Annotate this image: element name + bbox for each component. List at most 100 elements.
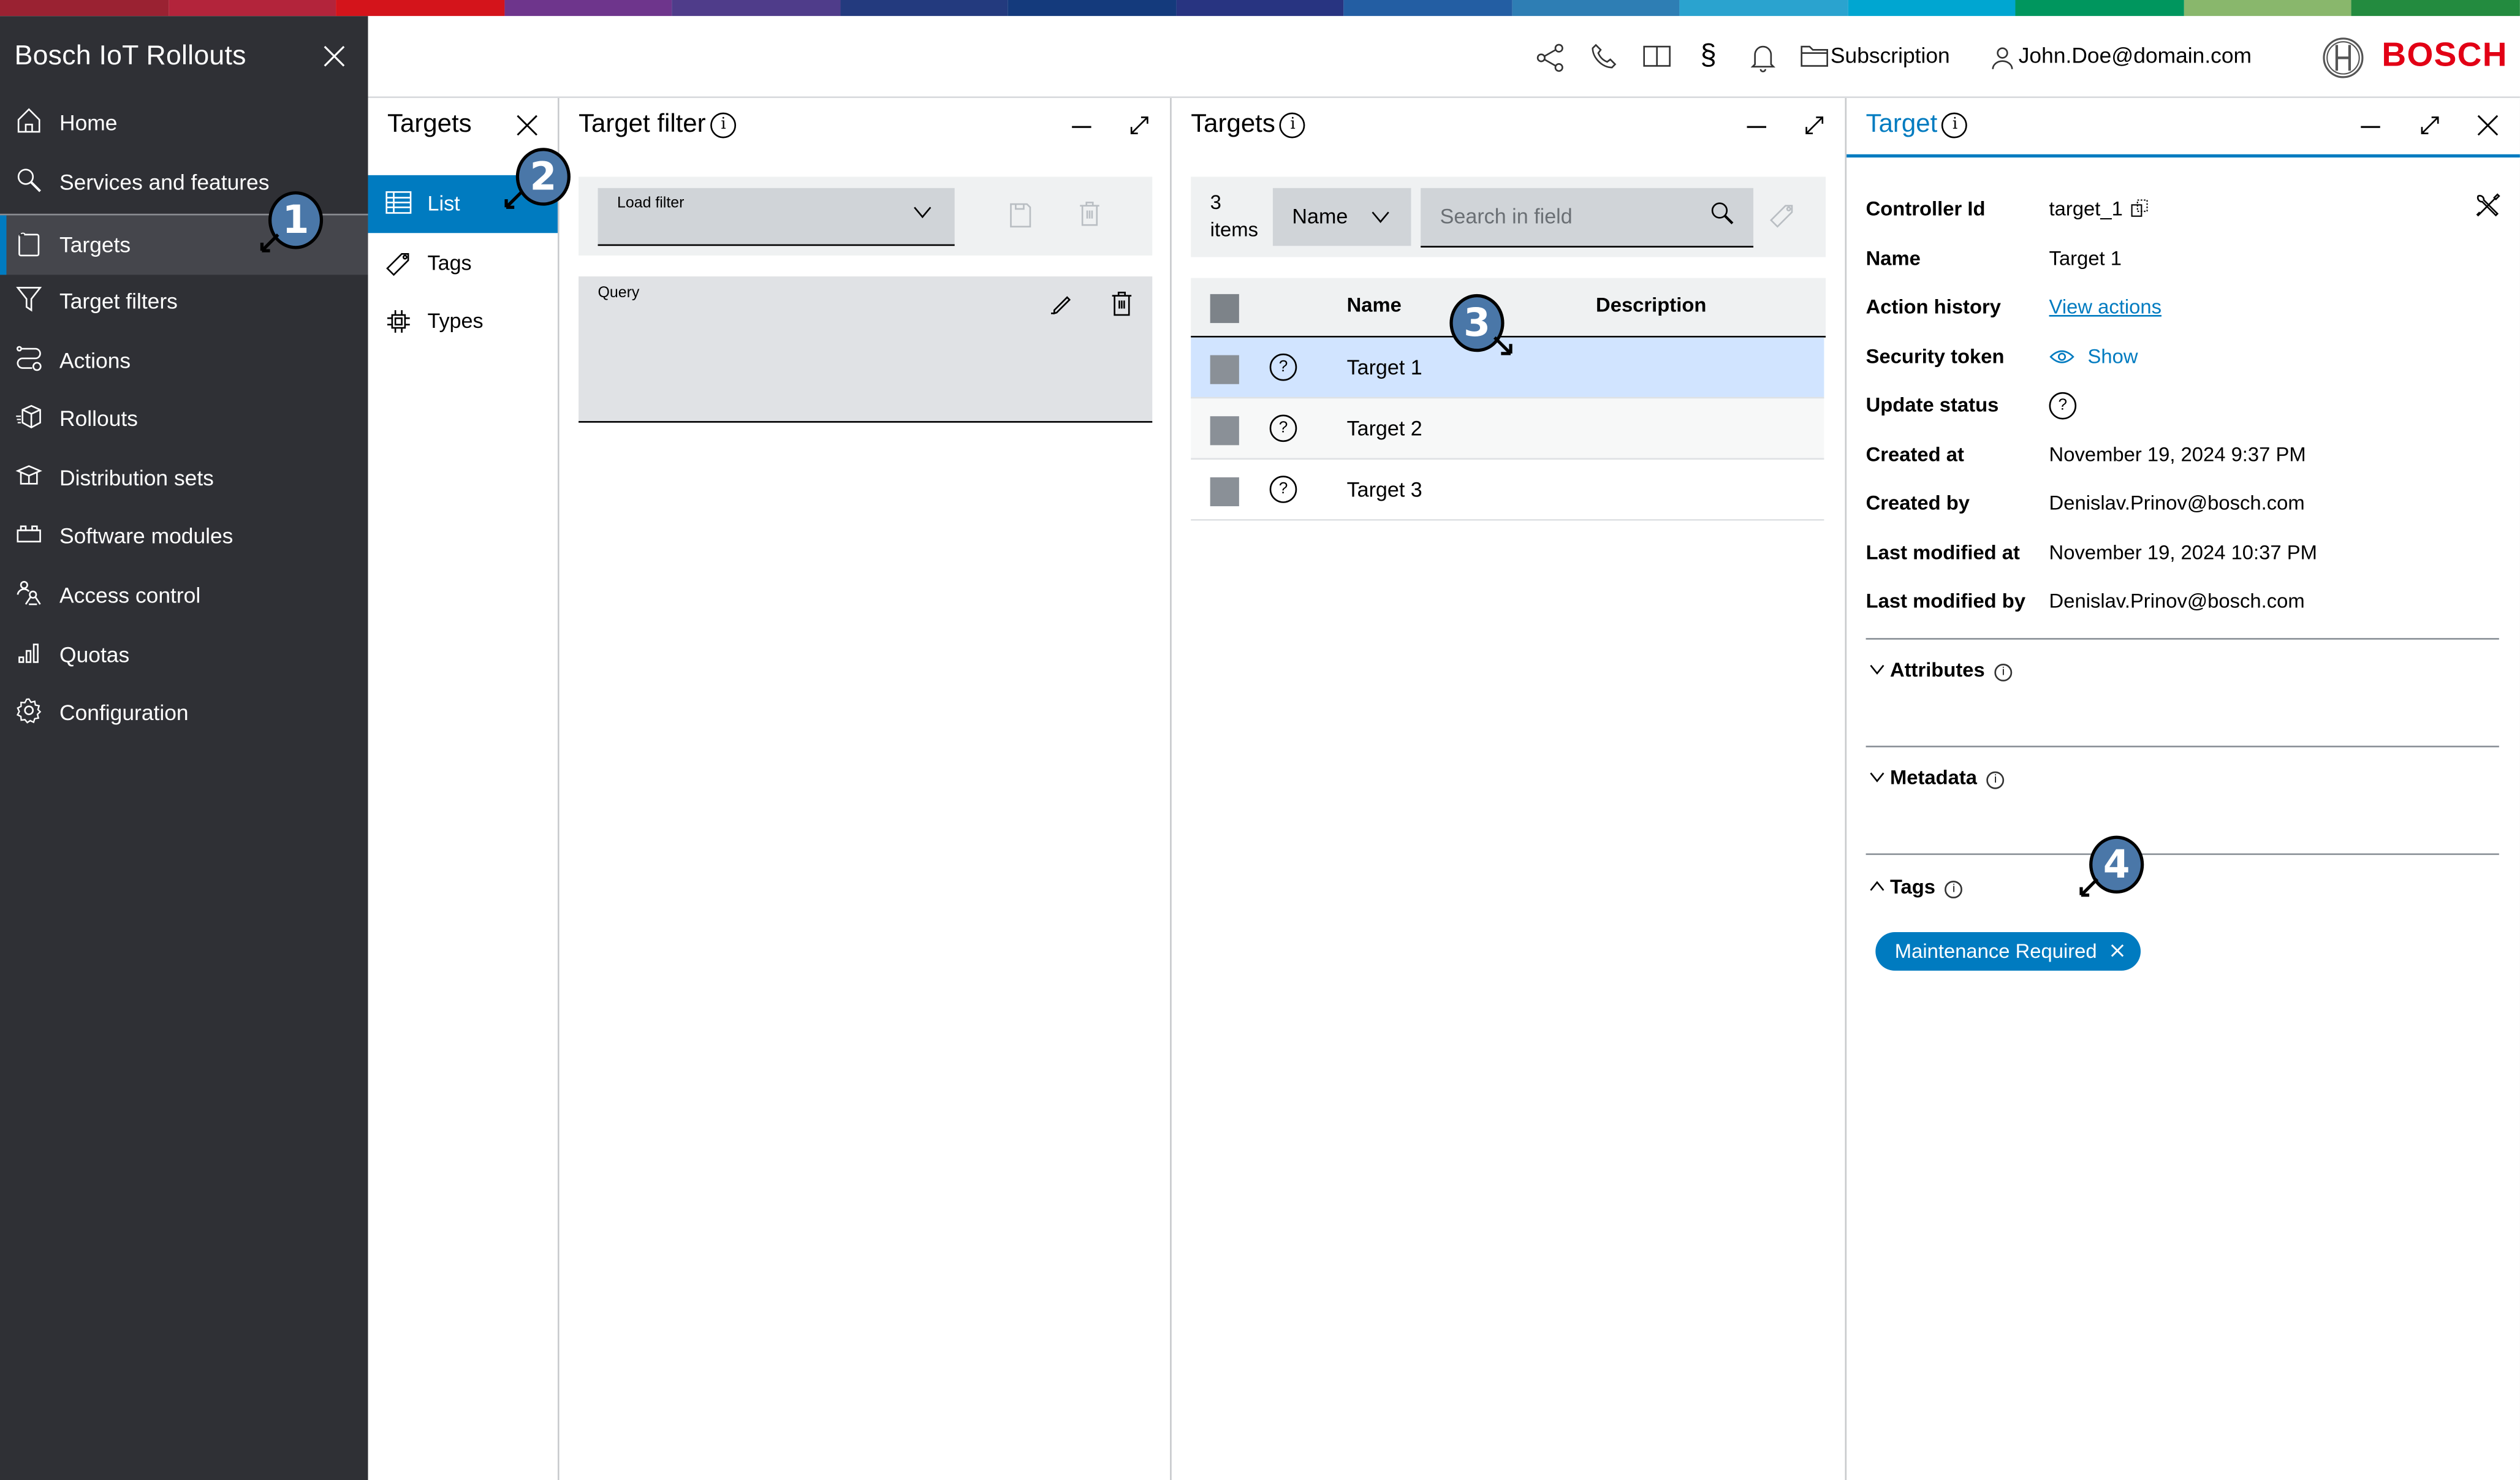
info-icon[interactable]: i bbox=[1942, 112, 1968, 139]
minimize-icon[interactable] bbox=[1745, 114, 1771, 140]
bosch-logo: BOSCH bbox=[2381, 37, 2508, 74]
row-checkbox[interactable] bbox=[1210, 355, 1239, 384]
panel-title-wrap: Targets i bbox=[1191, 111, 1306, 140]
sidebar-item-label: Target filters bbox=[59, 288, 178, 313]
created-at-value: November 19, 2024 9:37 PM bbox=[2049, 443, 2306, 466]
view-actions-link[interactable]: View actions bbox=[2049, 296, 2161, 319]
supergraphic-segment bbox=[168, 0, 336, 17]
sidebar-item-target-filters[interactable]: Target filters bbox=[0, 271, 368, 329]
remove-tag-icon[interactable] bbox=[2111, 943, 2125, 958]
sidebar-item-rollouts[interactable]: Rollouts bbox=[0, 389, 368, 447]
section-metadata-toggle[interactable]: Metadata i bbox=[1869, 767, 2005, 789]
chip-icon bbox=[385, 309, 411, 335]
row-checkbox[interactable] bbox=[1210, 477, 1239, 507]
supergraphic-segment bbox=[1848, 0, 2016, 17]
query-label: Query bbox=[598, 284, 640, 303]
sidebar-item-label: Distribution sets bbox=[59, 465, 214, 490]
tools-icon[interactable] bbox=[2475, 193, 2503, 222]
app-title: Bosch IoT Rollouts bbox=[14, 40, 246, 71]
search-field-select[interactable]: Name bbox=[1272, 188, 1411, 246]
paragraph-icon[interactable]: § bbox=[1700, 39, 1716, 72]
gear-icon bbox=[16, 697, 45, 726]
copy-icon[interactable] bbox=[2131, 199, 2149, 217]
save-filter-icon[interactable] bbox=[1009, 202, 1038, 231]
sidebar-item-home[interactable]: Home bbox=[0, 93, 368, 151]
sidebar-item-quotas[interactable]: Quotas bbox=[0, 625, 368, 683]
tag-chip[interactable]: Maintenance Required bbox=[1875, 932, 2141, 971]
supergraphic-segment bbox=[504, 0, 672, 17]
annotation-arrow bbox=[1493, 336, 1512, 355]
subscription-link[interactable]: Subscription bbox=[1831, 44, 1950, 67]
show-token-button[interactable]: Show bbox=[2049, 346, 2138, 368]
search-icon[interactable] bbox=[1710, 201, 1736, 227]
supergraphic-segment bbox=[1008, 0, 1176, 17]
info-icon[interactable]: i bbox=[1994, 664, 2013, 681]
sidebar-item-actions[interactable]: Actions bbox=[0, 331, 368, 389]
phone-icon[interactable] bbox=[1591, 44, 1620, 72]
edit-pencil-icon[interactable] bbox=[1049, 292, 1078, 321]
sidebar-item-distribution-sets[interactable]: Distribution sets bbox=[0, 449, 368, 506]
minimize-icon[interactable] bbox=[1071, 114, 1096, 140]
delete-filter-icon[interactable] bbox=[1079, 201, 1107, 230]
status-unknown-icon: ? bbox=[1269, 476, 1297, 503]
close-panel-icon[interactable] bbox=[2476, 114, 2502, 140]
column-header-name[interactable]: Name bbox=[1347, 294, 1402, 317]
status-unknown-icon: ? bbox=[1269, 414, 1297, 442]
close-sidebar-icon[interactable] bbox=[323, 45, 352, 74]
sidebar-item-label: Home bbox=[59, 110, 118, 134]
app-window: Bosch IoT Rollouts Home Services and fea… bbox=[0, 0, 2520, 1480]
close-subnav-icon[interactable] bbox=[516, 114, 542, 140]
query-field[interactable]: Query bbox=[579, 276, 1153, 423]
info-icon[interactable]: i bbox=[1986, 771, 2005, 789]
delete-query-icon[interactable] bbox=[1110, 291, 1139, 320]
expand-icon[interactable] bbox=[1803, 114, 1829, 140]
select-all-checkbox[interactable] bbox=[1210, 294, 1239, 324]
sidebar-item-software-modules[interactable]: Software modules bbox=[0, 506, 368, 564]
load-filter-dropdown[interactable]: Load filter bbox=[598, 188, 955, 246]
field-label: Controller Id bbox=[1865, 197, 1986, 221]
filter-icon bbox=[16, 286, 45, 315]
section-attributes-toggle[interactable]: Attributes i bbox=[1869, 659, 2013, 681]
table-row[interactable]: ? Target 2 bbox=[1191, 398, 1824, 460]
minimize-icon[interactable] bbox=[2359, 114, 2385, 140]
row-checkbox[interactable] bbox=[1210, 416, 1239, 446]
subnav-item-tags[interactable]: Tags bbox=[368, 235, 558, 292]
book-icon[interactable] bbox=[1642, 44, 1671, 72]
last-modified-by-value: Denislav.Prinov@bosch.com bbox=[2049, 590, 2305, 613]
sidebar-item-access-control[interactable]: Access control bbox=[0, 566, 368, 623]
search-input[interactable]: Search in field bbox=[1421, 188, 1754, 248]
expand-icon[interactable] bbox=[2419, 114, 2445, 140]
tag-filter-icon[interactable] bbox=[1769, 202, 1798, 231]
bell-icon[interactable] bbox=[1750, 44, 1779, 72]
table-row[interactable]: ? Target 3 bbox=[1191, 460, 1824, 521]
info-icon[interactable]: i bbox=[710, 112, 737, 139]
field-label: Created at bbox=[1865, 443, 1964, 466]
sidebar-item-configuration[interactable]: Configuration bbox=[0, 683, 368, 741]
subnav-item-label: Tags bbox=[427, 251, 472, 275]
show-token-label: Show bbox=[2087, 345, 2138, 368]
column-header-description[interactable]: Description bbox=[1596, 294, 1706, 317]
name-value: Target 1 bbox=[2049, 247, 2122, 270]
supergraphic-segment bbox=[2351, 0, 2520, 17]
top-header: § Subscription John.Doe@domain.com BOSCH bbox=[368, 16, 2520, 98]
share-icon[interactable] bbox=[1536, 44, 1565, 72]
folder-icon[interactable] bbox=[1800, 45, 1829, 74]
list-toolbar: 3 items Name Search in field bbox=[1191, 176, 1826, 257]
subnav-item-label: List bbox=[427, 191, 460, 216]
search-icon bbox=[16, 167, 45, 196]
list-table-icon bbox=[385, 191, 412, 217]
chevron-down-icon bbox=[1869, 772, 1885, 783]
info-icon[interactable]: i bbox=[1945, 881, 1963, 898]
expand-icon[interactable] bbox=[1128, 114, 1154, 140]
user-menu[interactable]: John.Doe@domain.com bbox=[2019, 44, 2252, 67]
subnav-item-types[interactable]: Types bbox=[368, 292, 558, 350]
section-title: Tags bbox=[1889, 876, 1936, 898]
active-tab-indicator bbox=[1846, 154, 2520, 157]
section-tags-toggle[interactable]: Tags i bbox=[1869, 876, 1963, 898]
panel-title: Target filter bbox=[579, 110, 706, 139]
sidebar-item-label: Services and features bbox=[59, 169, 270, 194]
divider bbox=[1865, 638, 2499, 640]
annotation-arrow bbox=[260, 233, 279, 252]
info-icon[interactable]: i bbox=[1280, 112, 1306, 139]
brand-supergraphic bbox=[0, 0, 2520, 17]
